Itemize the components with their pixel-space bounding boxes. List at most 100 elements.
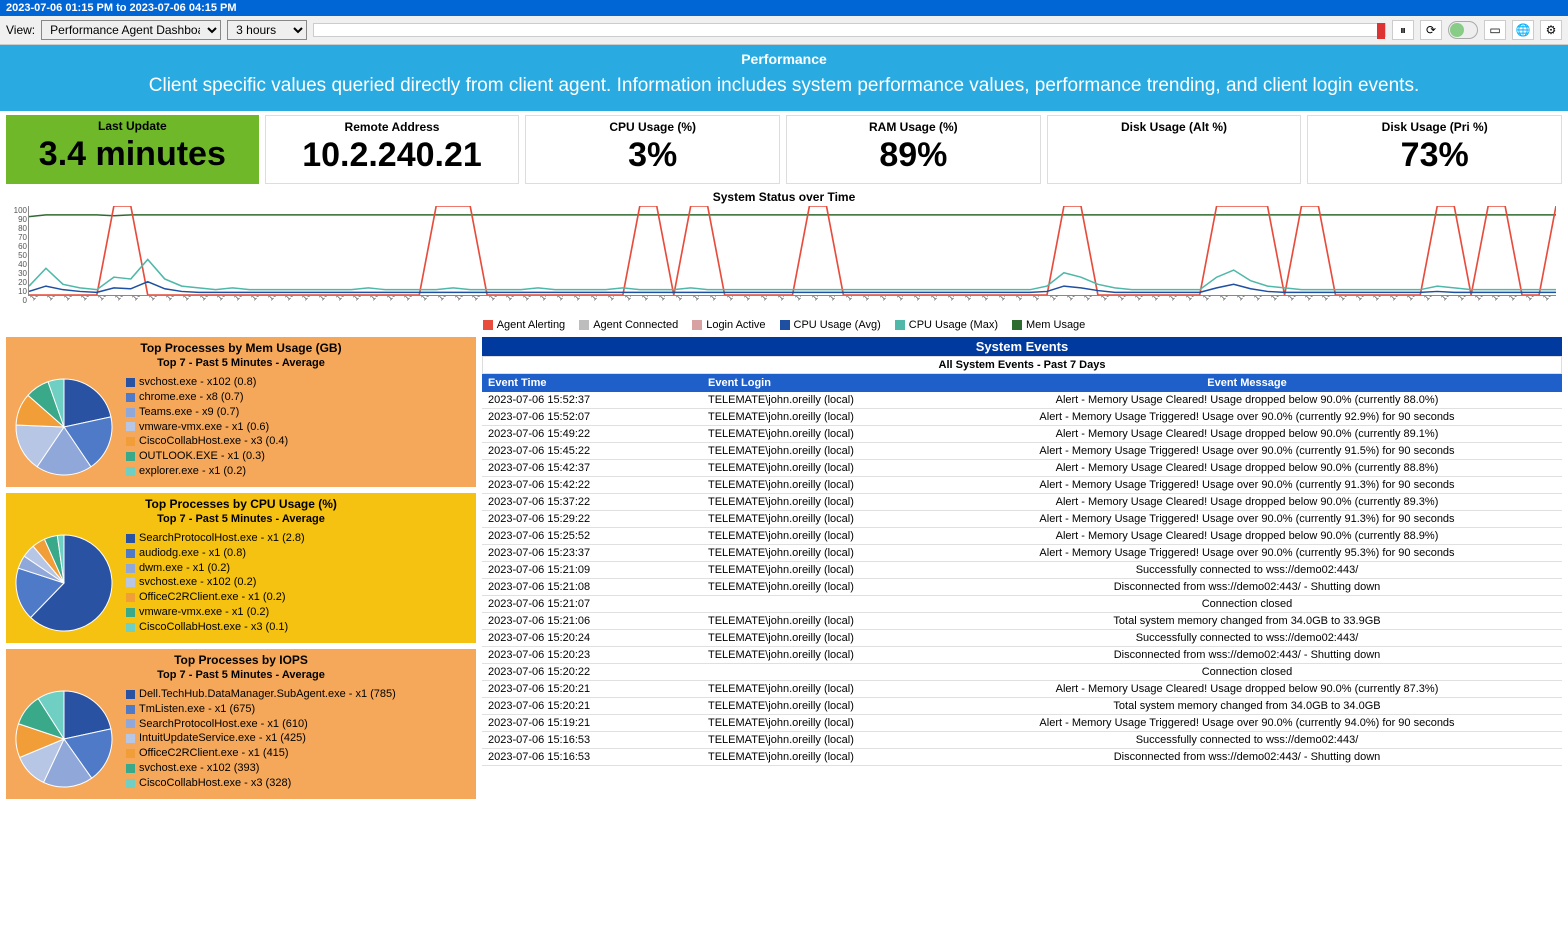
legend-item[interactable]: CPU Usage (Max) [895,319,998,331]
table-row[interactable]: 2023-07-06 15:21:06TELEMATE\john.oreilly… [482,613,1562,630]
legend-item[interactable]: Mem Usage [1012,319,1085,331]
globe-icon: 🌐 [1516,23,1531,37]
process-item: dwm.exe - x1 (0.2) [126,561,305,576]
window-icon: ▭ [1489,23,1500,37]
process-item: SearchProtocolHost.exe - x1 (2.8) [126,531,305,546]
lower-section: Top Processes by Mem Usage (GB) Top 7 - … [0,337,1568,805]
view-select[interactable]: Performance Agent Dashboard [41,20,221,40]
metric-value: 3.4 minutes [12,135,253,174]
panel-title: Top Processes by CPU Usage (%) [14,497,468,511]
top-processes-iops: Top Processes by IOPS Top 7 - Past 5 Min… [6,649,476,799]
pause-button[interactable]: ⏸ [1392,20,1414,40]
process-item: CiscoCollabHost.exe - x3 (328) [126,776,396,791]
metric-label: Disk Usage (Pri %) [1314,120,1555,134]
table-row[interactable]: 2023-07-06 15:23:37TELEMATE\john.oreilly… [482,545,1562,562]
chart-svg [29,206,1556,295]
process-item: Teams.exe - x9 (0.7) [126,405,288,420]
table-row[interactable]: 2023-07-06 15:52:07TELEMATE\john.oreilly… [482,409,1562,426]
table-row[interactable]: 2023-07-06 15:20:23TELEMATE\john.oreilly… [482,647,1562,664]
table-row[interactable]: 2023-07-06 15:25:52TELEMATE\john.oreilly… [482,528,1562,545]
table-row[interactable]: 2023-07-06 15:21:07Connection closed [482,596,1562,613]
panel-title: Top Processes by IOPS [14,653,468,667]
table-row[interactable]: 2023-07-06 15:42:22TELEMATE\john.oreilly… [482,477,1562,494]
pause-icon: ⏸ [1400,23,1406,38]
process-item: OUTLOOK.EXE - x1 (0.3) [126,449,288,464]
metric-value: 10.2.240.21 [272,136,513,175]
process-list: Dell.TechHub.DataManager.SubAgent.exe - … [126,687,396,791]
slider-thumb[interactable] [1377,23,1385,39]
process-item: svchost.exe - x102 (0.2) [126,575,305,590]
metric-value: 89% [793,136,1034,175]
date-range-bar: 2023-07-06 01:15 PM to 2023-07-06 04:15 … [0,0,1568,16]
metric-label: CPU Usage (%) [532,120,773,134]
metric-remote-address: Remote Address 10.2.240.21 [265,115,520,184]
metric-label: Last Update [12,119,253,133]
table-row[interactable]: 2023-07-06 15:19:21TELEMATE\john.oreilly… [482,715,1562,732]
table-row[interactable]: 2023-07-06 15:21:08TELEMATE\john.oreilly… [482,579,1562,596]
metric-disk-pri: Disk Usage (Pri %) 73% [1307,115,1562,184]
table-row[interactable]: 2023-07-06 15:21:09TELEMATE\john.oreilly… [482,562,1562,579]
process-item: svchost.exe - x102 (393) [126,761,396,776]
view-label: View: [6,23,35,37]
events-table: Event TimeEvent LoginEvent Message 2023-… [482,374,1562,766]
table-row[interactable]: 2023-07-06 15:20:22Connection closed [482,664,1562,681]
panel-subtitle: Top 7 - Past 5 Minutes - Average [14,513,468,525]
table-row[interactable]: 2023-07-06 15:42:37TELEMATE\john.oreilly… [482,460,1562,477]
table-row[interactable]: 2023-07-06 15:20:21TELEMATE\john.oreilly… [482,698,1562,715]
table-row[interactable]: 2023-07-06 15:37:22TELEMATE\john.oreilly… [482,494,1562,511]
process-item: CiscoCollabHost.exe - x3 (0.4) [126,434,288,449]
legend-item[interactable]: Login Active [692,319,765,331]
system-status-chart: System Status over Time 1009080706050403… [0,188,1568,337]
table-row[interactable]: 2023-07-06 15:52:37TELEMATE\john.oreilly… [482,392,1562,409]
metric-label: RAM Usage (%) [793,120,1034,134]
time-range-select[interactable]: 3 hours [227,20,307,40]
gear-icon: ⚙ [1546,23,1557,37]
events-header: System Events [482,337,1562,356]
process-item: IntuitUpdateService.exe - x1 (425) [126,731,396,746]
process-item: svchost.exe - x102 (0.8) [126,375,288,390]
metric-last-update: Last Update 3.4 minutes [6,115,259,184]
panel-title: Top Processes by Mem Usage (GB) [14,341,468,355]
header-banner: Performance Client specific values queri… [0,45,1568,111]
table-row[interactable]: 2023-07-06 15:20:21TELEMATE\john.oreilly… [482,681,1562,698]
pie-chart [14,533,114,633]
table-row[interactable]: 2023-07-06 15:16:53TELEMATE\john.oreilly… [482,732,1562,749]
process-item: audiodg.exe - x1 (0.8) [126,546,305,561]
table-header[interactable]: Event Login [702,374,932,392]
lock-toggle[interactable] [1448,21,1478,39]
metric-cpu-usage: CPU Usage (%) 3% [525,115,780,184]
globe-button[interactable]: 🌐 [1512,20,1534,40]
process-item: chrome.exe - x8 (0.7) [126,390,288,405]
pie-chart [14,689,114,789]
table-row[interactable]: 2023-07-06 15:16:53TELEMATE\john.oreilly… [482,749,1562,766]
settings-button[interactable]: ⚙ [1540,20,1562,40]
metric-disk-alt: Disk Usage (Alt %) [1047,115,1302,184]
events-subtitle: All System Events - Past 7 Days [482,356,1562,374]
events-column: System Events All System Events - Past 7… [482,337,1562,799]
table-header-row: Event TimeEvent LoginEvent Message [482,374,1562,392]
metrics-row: Last Update 3.4 minutes Remote Address 1… [0,111,1568,188]
time-slider[interactable] [313,23,1386,37]
window-button[interactable]: ▭ [1484,20,1506,40]
table-header[interactable]: Event Time [482,374,702,392]
table-header[interactable]: Event Message [932,374,1562,392]
metric-ram-usage: RAM Usage (%) 89% [786,115,1041,184]
table-row[interactable]: 2023-07-06 15:20:24TELEMATE\john.oreilly… [482,630,1562,647]
chart-area: 1009080706050403020100 [28,206,1556,296]
refresh-icon: ⟳ [1426,23,1436,37]
table-row[interactable]: 2023-07-06 15:45:22TELEMATE\john.oreilly… [482,443,1562,460]
table-row[interactable]: 2023-07-06 15:49:22TELEMATE\john.oreilly… [482,426,1562,443]
process-item: Dell.TechHub.DataManager.SubAgent.exe - … [126,687,396,702]
pie-chart [14,377,114,477]
process-list: SearchProtocolHost.exe - x1 (2.8)audiodg… [126,531,305,635]
process-item: explorer.exe - x1 (0.2) [126,464,288,479]
metric-value: 73% [1314,136,1555,175]
legend-item[interactable]: Agent Alerting [483,319,566,331]
table-row[interactable]: 2023-07-06 15:29:22TELEMATE\john.oreilly… [482,511,1562,528]
metric-value: 3% [532,136,773,175]
refresh-button[interactable]: ⟳ [1420,20,1442,40]
metric-label: Remote Address [272,120,513,134]
legend-item[interactable]: CPU Usage (Avg) [780,319,881,331]
legend-item[interactable]: Agent Connected [579,319,678,331]
banner-title: Performance [20,51,1548,67]
